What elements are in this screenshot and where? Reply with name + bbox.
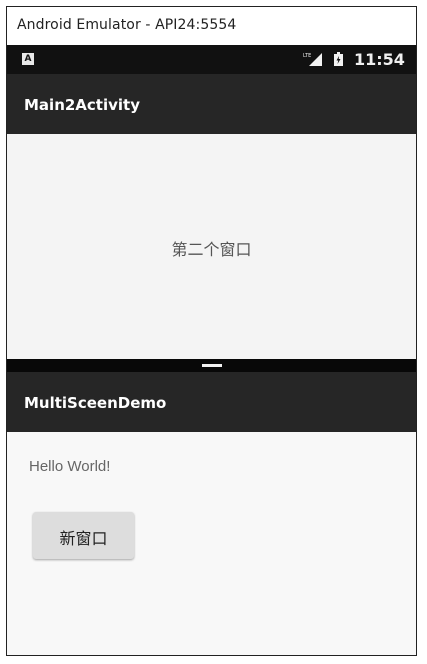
second-window-text: 第二个窗口: [171, 240, 252, 259]
android-status-bar: A LTE 11:54: [7, 45, 416, 74]
top-app-bar: Main2Activity: [7, 74, 416, 134]
emulator-title: Android Emulator - API24:5554: [17, 17, 237, 33]
bottom-activity-title: MultiSceenDemo: [24, 394, 167, 412]
top-activity-content: 第二个窗口: [7, 134, 416, 359]
top-activity-title: Main2Activity: [24, 96, 140, 114]
bottom-activity-content: Hello World! 新窗口: [7, 432, 416, 655]
status-clock: 11:54: [354, 50, 405, 69]
bottom-app-bar: MultiSceenDemo: [7, 372, 416, 432]
new-window-button[interactable]: 新窗口: [33, 512, 134, 559]
new-window-button-label: 新窗口: [59, 529, 108, 548]
split-screen-divider[interactable]: [7, 359, 416, 372]
split-handle-icon[interactable]: [201, 364, 222, 367]
svg-text:LTE: LTE: [303, 53, 311, 59]
emulator-window: Android Emulator - API24:5554 A LTE 11:5…: [6, 6, 417, 656]
notification-icon: A: [22, 53, 34, 65]
lte-signal-icon: LTE: [303, 53, 322, 66]
hello-world-text: Hello World!: [29, 458, 111, 475]
emulator-title-bar[interactable]: Android Emulator - API24:5554: [7, 7, 416, 46]
battery-icon: [334, 52, 343, 66]
